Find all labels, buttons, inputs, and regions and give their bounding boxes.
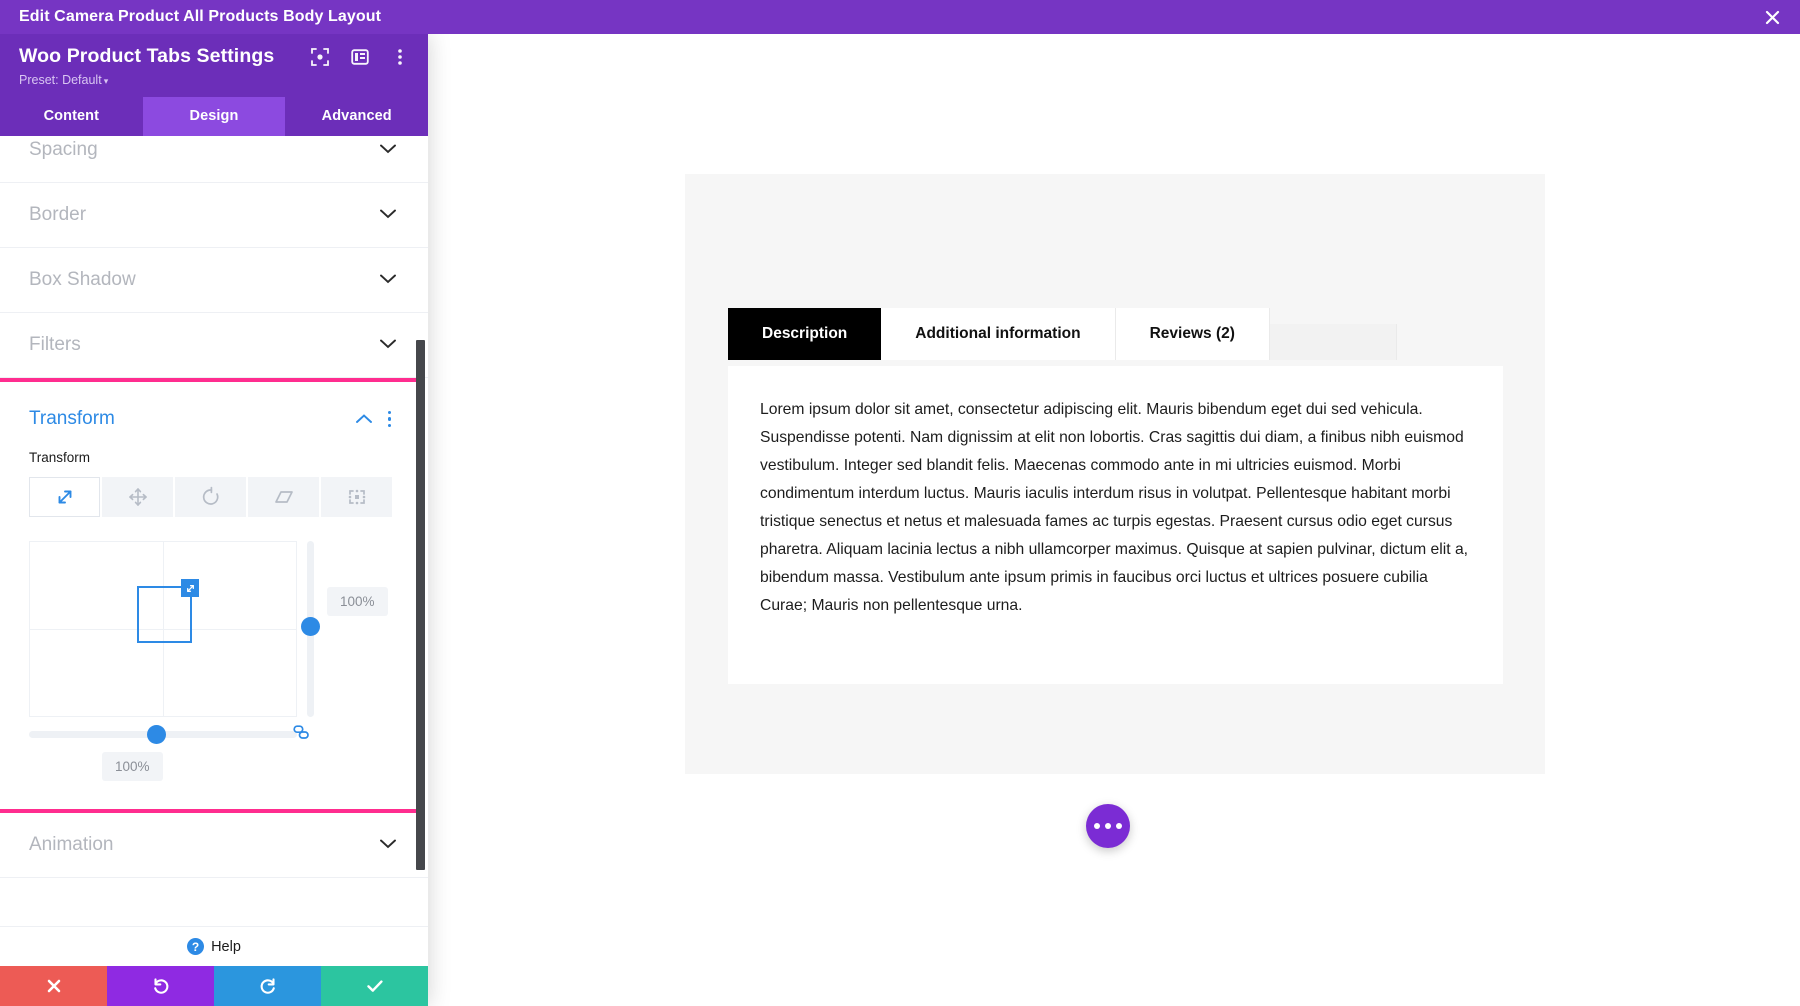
accordion-box-shadow[interactable]: Box Shadow: [0, 248, 428, 313]
product-tab-description[interactable]: Description: [728, 308, 882, 360]
save-button[interactable]: [321, 966, 428, 1006]
chevron-down-icon: ▾: [103, 76, 109, 86]
app-screen: Edit Camera Product All Products Body La…: [0, 0, 1800, 1006]
tab-content[interactable]: Content: [0, 97, 143, 136]
transform-field-label: Transform: [29, 450, 91, 465]
accordion-filters-label: Filters: [29, 334, 81, 355]
chevron-down-icon: [380, 141, 396, 159]
dot-3: [387, 423, 391, 428]
product-tab-panel: Lorem ipsum dolor sit amet, consectetur …: [728, 366, 1503, 684]
undo-button[interactable]: [107, 966, 214, 1006]
tab-advanced[interactable]: Advanced: [285, 97, 428, 136]
accordion-animation[interactable]: Animation: [0, 813, 428, 878]
settings-panel-tabs: Content Design Advanced: [0, 97, 428, 136]
help-icon: ?: [187, 938, 205, 955]
scale-x-value[interactable]: 100%: [102, 752, 163, 781]
help-label: Help: [211, 938, 241, 955]
close-icon[interactable]: [1744, 0, 1800, 34]
scale-x-slider-thumb[interactable]: [147, 725, 166, 744]
transform-shape[interactable]: [137, 579, 199, 643]
more-vertical-icon[interactable]: [387, 410, 391, 428]
transform-section-header[interactable]: Transform: [0, 382, 416, 430]
transform-grid[interactable]: [29, 541, 297, 717]
scale-y-value[interactable]: 100%: [327, 587, 388, 616]
settings-scroll-region: Spacing Border Box Shadow Filters Transf…: [0, 136, 428, 926]
product-tabs-nav: Description Additional information Revie…: [728, 308, 1397, 360]
product-tabs-module: Description Additional information Revie…: [685, 174, 1545, 774]
transform-scale-icon[interactable]: [29, 477, 100, 517]
accordion-spacing[interactable]: Spacing: [0, 136, 428, 183]
cancel-button[interactable]: [0, 966, 107, 1006]
settings-panel-header: Woo Product Tabs Settings Preset: Defaul…: [0, 34, 428, 97]
transform-section-highlight: Transform Transform 100% 100%: [0, 378, 420, 813]
redo-button[interactable]: [214, 966, 321, 1006]
dot-2: [1105, 823, 1111, 829]
product-tab-reviews[interactable]: Reviews (2): [1115, 308, 1270, 360]
transform-translate-icon[interactable]: [102, 477, 173, 517]
more-vertical-icon[interactable]: [390, 47, 410, 67]
edit-bar-title: Edit Camera Product All Products Body La…: [19, 8, 382, 25]
focus-icon[interactable]: [310, 47, 330, 67]
layout-panel-icon[interactable]: [350, 47, 370, 67]
dot-1: [387, 410, 391, 415]
chevron-up-icon[interactable]: [355, 412, 372, 426]
transform-visual-editor: 100% 100%: [0, 517, 416, 781]
chevron-down-icon: [380, 836, 396, 854]
transform-bottom-spacer: [0, 767, 416, 809]
accordion-animation-label: Animation: [29, 834, 114, 855]
dot-1: [1094, 823, 1100, 829]
transform-section-title: Transform: [29, 408, 115, 429]
product-description-text: Lorem ipsum dolor sit amet, consectetur …: [760, 401, 1469, 614]
preset-selector[interactable]: Preset: Default ▾: [19, 73, 410, 87]
link-axes-icon[interactable]: [293, 725, 313, 745]
accordion-box-shadow-label: Box Shadow: [29, 269, 136, 290]
panel-action-bar: [0, 966, 428, 1006]
scale-y-slider[interactable]: [301, 541, 320, 717]
edit-bar: Edit Camera Product All Products Body La…: [0, 0, 1800, 34]
resize-handle-icon[interactable]: [181, 579, 199, 597]
chevron-down-icon: [380, 206, 396, 224]
chevron-down-icon: [380, 336, 396, 354]
accordion-spacing-label: Spacing: [29, 139, 98, 160]
transform-origin-icon[interactable]: [321, 477, 392, 517]
dot-2: [387, 417, 391, 421]
transform-skew-icon[interactable]: [248, 477, 319, 517]
panel-scrollbar[interactable]: [416, 136, 425, 926]
scale-x-slider[interactable]: [29, 725, 297, 744]
preset-label: Preset: Default: [19, 73, 102, 87]
tab-design[interactable]: Design: [142, 97, 286, 136]
chevron-down-icon: [380, 271, 396, 289]
panel-scrollbar-thumb[interactable]: [416, 340, 425, 870]
dot-3: [1116, 823, 1122, 829]
scale-y-slider-thumb[interactable]: [301, 617, 320, 636]
help-link[interactable]: ? Help: [0, 926, 428, 966]
accordion-filters[interactable]: Filters: [0, 313, 428, 378]
settings-panel: Woo Product Tabs Settings Preset: Defaul…: [0, 34, 428, 1006]
product-tab-additional-information[interactable]: Additional information: [881, 308, 1116, 360]
accordion-border[interactable]: Border: [0, 183, 428, 248]
transform-rotate-icon[interactable]: [175, 477, 246, 517]
accordion-border-label: Border: [29, 204, 87, 225]
preview-canvas: Description Additional information Revie…: [428, 34, 1800, 1006]
transform-mode-group: [0, 465, 416, 517]
product-tab-filler: [1269, 323, 1397, 360]
floating-more-button[interactable]: [1086, 804, 1130, 848]
settings-panel-title: Woo Product Tabs Settings: [19, 45, 275, 67]
